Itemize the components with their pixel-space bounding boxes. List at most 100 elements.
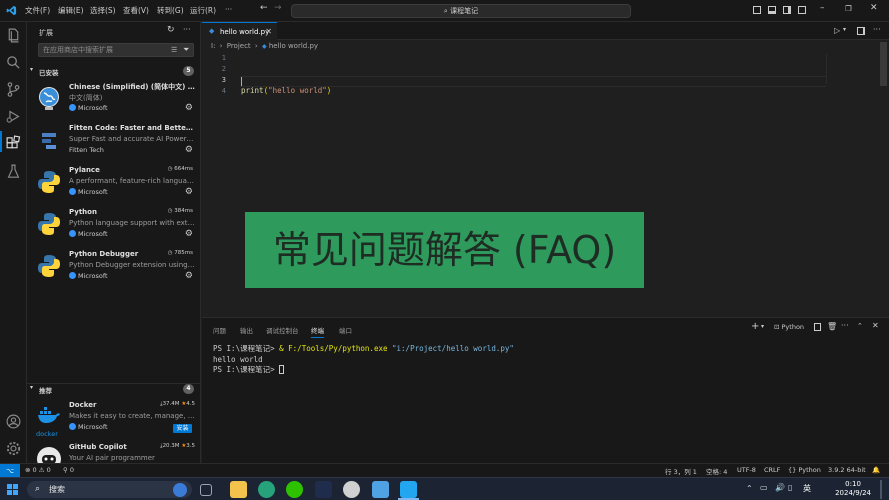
terminal-shell-selector[interactable]: ⊡ Python: [774, 323, 804, 331]
manage-gear-icon[interactable]: ⚙: [185, 229, 193, 239]
language-mode[interactable]: {} Python: [788, 466, 821, 474]
manage-gear-icon[interactable]: ⚙: [185, 271, 193, 281]
menu-file[interactable]: 文件(F): [25, 5, 50, 16]
close-tab-icon[interactable]: ✕: [265, 27, 272, 36]
toggle-panel-icon[interactable]: [768, 6, 776, 14]
menu-view[interactable]: 查看(V): [123, 5, 149, 16]
restore-icon[interactable]: ❐: [845, 4, 852, 13]
recommended-extension-item[interactable]: GitHub Copilot ⤓20.3M ★3.5 Your AI pair …: [27, 440, 201, 463]
more-actions-icon[interactable]: ···: [183, 25, 191, 34]
indentation[interactable]: 空格: 4: [706, 466, 727, 476]
windows-start-icon[interactable]: [7, 484, 18, 495]
chevron-down-icon[interactable]: ▾: [761, 323, 764, 330]
customize-layout-icon[interactable]: [798, 6, 806, 14]
recommended-extension-item[interactable]: docker Docker ⤓37.4M ★4.5 Makes it easy …: [27, 398, 201, 440]
python-interpreter[interactable]: 3.9.2 64-bit: [828, 466, 866, 474]
mail-icon[interactable]: [372, 481, 389, 498]
chevron-down-icon[interactable]: ▾: [843, 26, 846, 33]
terminal-output[interactable]: PS I:\课程笔记> & F:/Tools/Py/python.exe "i:…: [213, 344, 514, 376]
file-explorer-icon[interactable]: [230, 481, 247, 498]
breadcrumb-root[interactable]: I:: [211, 42, 215, 50]
installed-label: 已安装: [39, 69, 59, 77]
trash-icon[interactable]: 🗑: [827, 322, 837, 331]
extension-item[interactable]: Fitten Code: Faster and Better AI ... Su…: [27, 121, 201, 163]
code-line-4[interactable]: print("hello world"): [241, 86, 331, 95]
tab-hello-world-py[interactable]: ◆ hello world.py ✕: [202, 22, 277, 40]
ports-status[interactable]: ⚲ 0: [63, 466, 74, 474]
obs-studio-icon[interactable]: [343, 481, 360, 498]
vscode-taskbar-icon[interactable]: [400, 481, 417, 498]
task-view-icon[interactable]: [200, 484, 212, 496]
system-clock[interactable]: 0:10 2024/9/24: [835, 480, 871, 498]
tab-problems[interactable]: 问题: [213, 325, 226, 335]
forward-arrow-icon[interactable]: →: [274, 3, 282, 13]
filter-icon[interactable]: ⏷: [183, 45, 189, 55]
testing-icon[interactable]: [5, 163, 22, 180]
new-terminal-icon[interactable]: +: [751, 321, 759, 332]
extension-item[interactable]: Chinese (Simplified) (简体中文) L... 中文(简体) …: [27, 79, 201, 121]
command-center-search[interactable]: ⌕ 课程笔记: [291, 4, 631, 18]
more-menu-icon[interactable]: ···: [225, 5, 232, 14]
refresh-icon[interactable]: ↻: [167, 25, 175, 35]
battery-icon[interactable]: ▯: [788, 483, 792, 492]
explorer-icon[interactable]: [5, 27, 22, 44]
notifications-bell-icon[interactable]: 🔔: [872, 466, 880, 474]
extensions-icon[interactable]: [5, 135, 22, 152]
search-icon[interactable]: [5, 54, 22, 71]
tab-terminal[interactable]: 终端: [311, 325, 324, 338]
breadcrumb-file[interactable]: hello world.py: [269, 42, 318, 50]
wechat-icon[interactable]: [286, 481, 303, 498]
close-icon[interactable]: ✕: [870, 3, 878, 13]
search-icon: ⌕: [35, 484, 41, 494]
show-desktop-button[interactable]: [880, 480, 882, 499]
tray-overflow-icon[interactable]: ⌃: [746, 484, 753, 493]
extension-description: 中文(简体): [69, 94, 103, 102]
cursor-position[interactable]: 行 3，列 1: [665, 466, 697, 476]
manage-gear-icon[interactable]: ⚙: [185, 145, 193, 155]
menu-selection[interactable]: 选择(S): [90, 5, 116, 16]
settings-gear-icon[interactable]: [5, 440, 22, 457]
more-actions-icon[interactable]: ···: [873, 25, 881, 34]
manage-gear-icon[interactable]: ⚙: [185, 103, 193, 113]
more-actions-icon[interactable]: ···: [841, 321, 849, 330]
run-python-file-icon[interactable]: ▷: [834, 26, 840, 35]
extension-item[interactable]: Python ◷ 384ms Python language support w…: [27, 205, 201, 247]
menu-run[interactable]: 运行(R): [190, 5, 216, 16]
extension-item[interactable]: Pylance ◷ 664ms A performant, feature-ri…: [27, 163, 201, 205]
taskbar-search-box[interactable]: ⌕ 搜索: [27, 481, 192, 498]
problems-status[interactable]: ⊗ 0 ⚠ 0: [25, 466, 51, 474]
extension-item[interactable]: Python Debugger ◷ 785ms Python Debugger …: [27, 247, 201, 289]
network-icon[interactable]: ▭: [760, 483, 768, 492]
encoding[interactable]: UTF-8: [737, 466, 756, 474]
split-terminal-icon[interactable]: [814, 323, 821, 331]
breadcrumb-folder[interactable]: Project: [227, 42, 251, 50]
installed-section-header[interactable]: ▾ 已安装 5: [27, 66, 201, 78]
tab-output[interactable]: 输出: [240, 325, 253, 335]
manage-gear-icon[interactable]: ⚙: [185, 187, 193, 197]
clear-filter-icon[interactable]: ☰: [171, 46, 177, 54]
menu-go[interactable]: 转到(G): [157, 5, 184, 16]
end-of-line[interactable]: CRLF: [764, 466, 780, 474]
recommended-section-header[interactable]: ▾ 推荐 4: [27, 383, 201, 395]
tab-ports[interactable]: 端口: [339, 325, 352, 335]
volume-icon[interactable]: 🔊: [775, 483, 785, 492]
tab-debug-console[interactable]: 调试控制台: [266, 325, 299, 335]
source-control-icon[interactable]: [5, 81, 22, 98]
back-arrow-icon[interactable]: ←: [260, 3, 268, 13]
account-icon[interactable]: [5, 413, 22, 430]
install-button[interactable]: 安装: [173, 424, 192, 433]
menu-edit[interactable]: 编辑(E): [58, 5, 84, 16]
editor-scrollbar[interactable]: [880, 42, 887, 86]
ime-indicator[interactable]: 英: [803, 483, 811, 494]
remote-indicator-icon[interactable]: ⌥: [0, 464, 20, 478]
run-debug-icon[interactable]: [5, 108, 22, 125]
edge-browser-icon[interactable]: [258, 481, 275, 498]
app-icon[interactable]: [315, 481, 332, 498]
close-panel-icon[interactable]: ✕: [872, 321, 879, 330]
minimize-icon[interactable]: –: [820, 3, 825, 13]
toggle-sidebar-icon[interactable]: [753, 6, 761, 14]
extension-publisher: Microsoft: [69, 104, 108, 112]
toggle-secondary-sidebar-icon[interactable]: [783, 6, 791, 14]
split-editor-icon[interactable]: [857, 27, 865, 35]
maximize-panel-icon[interactable]: ⌃: [857, 322, 863, 330]
